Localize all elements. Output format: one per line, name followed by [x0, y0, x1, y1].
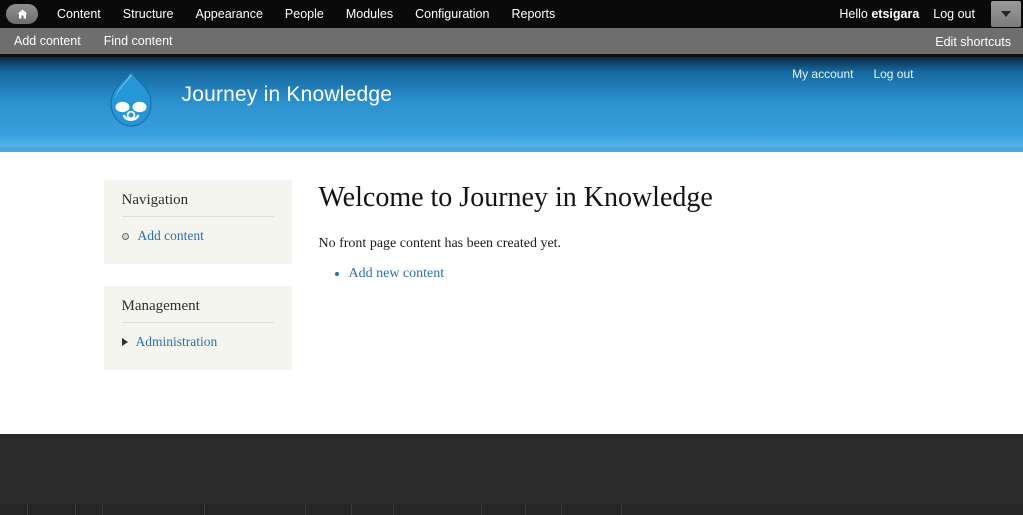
- toolbar-item-reports[interactable]: Reports: [500, 0, 566, 28]
- footer-region: [0, 435, 1023, 504]
- sidebar-block-title-management: Management: [121, 298, 274, 323]
- content-action-list: Add new content: [319, 266, 713, 282]
- taskbar-segment[interactable]: [394, 504, 482, 515]
- toolbar-item-structure[interactable]: Structure: [112, 0, 185, 28]
- add-new-content-link[interactable]: Add new content: [349, 266, 445, 281]
- taskbar-segment[interactable]: [103, 504, 205, 515]
- main-content: Welcome to Journey in Knowledge No front…: [319, 180, 713, 392]
- sidebar-item-label[interactable]: Add content: [138, 228, 204, 244]
- taskbar-segment[interactable]: [352, 504, 394, 515]
- shortcut-bar: Add content Find content Edit shortcuts: [0, 28, 1023, 57]
- taskbar-segment[interactable]: [526, 504, 562, 515]
- sidebar: Navigation Add content Management Admini…: [103, 180, 292, 392]
- sidebar-block-title-navigation: Navigation: [121, 192, 274, 217]
- shortcut-find-content[interactable]: Find content: [104, 34, 173, 48]
- chevron-down-icon: [1001, 11, 1011, 17]
- hollow-circle-bullet-icon: [121, 232, 129, 240]
- home-icon: [17, 9, 27, 19]
- taskbar-segment[interactable]: [205, 504, 306, 515]
- user-greeting: Hello etsigara: [839, 7, 933, 21]
- taskbar-segment[interactable]: [0, 504, 28, 515]
- toolbar-item-modules[interactable]: Modules: [335, 0, 404, 28]
- taskbar-segment[interactable]: [562, 504, 622, 515]
- sidebar-list-management: Administration: [121, 334, 274, 350]
- site-banner: Journey in Knowledge My account Log out: [0, 57, 1023, 147]
- my-account-link[interactable]: My account: [792, 67, 853, 81]
- toolbar-item-appearance[interactable]: Appearance: [185, 0, 274, 28]
- sidebar-block-management: Management Administration: [103, 286, 292, 370]
- toolbar-item-configuration[interactable]: Configuration: [404, 0, 500, 28]
- edit-shortcuts-link[interactable]: Edit shortcuts: [935, 28, 1011, 57]
- admin-toolbar-menu: Content Structure Appearance People Modu…: [46, 0, 566, 28]
- site-name[interactable]: Journey in Knowledge: [182, 83, 393, 107]
- toolbar-user-area: Hello etsigara Log out: [839, 0, 1023, 28]
- drupal-droplet-logo[interactable]: [105, 70, 157, 130]
- toolbar-logout-link[interactable]: Log out: [933, 7, 991, 21]
- banner-inner: Journey in Knowledge My account Log out: [42, 57, 982, 147]
- sidebar-item-add-content[interactable]: Add content: [121, 228, 274, 244]
- sidebar-item-label[interactable]: Administration: [136, 334, 218, 350]
- empty-content-message: No front page content has been created y…: [318, 236, 562, 251]
- banner-logout-link[interactable]: Log out: [873, 67, 913, 81]
- banner-user-links: My account Log out: [792, 67, 913, 81]
- page-body: Navigation Add content Management Admini…: [0, 152, 1023, 435]
- collapsed-triangle-icon[interactable]: [121, 338, 128, 346]
- toolbar-item-people[interactable]: People: [274, 0, 335, 28]
- taskbar-segment[interactable]: [482, 504, 526, 515]
- page-inner: Navigation Add content Management Admini…: [42, 152, 982, 392]
- admin-toolbar: Content Structure Appearance People Modu…: [0, 0, 1023, 28]
- sidebar-block-navigation: Navigation Add content: [103, 180, 292, 264]
- desktop-taskbar[interactable]: [0, 504, 1023, 515]
- taskbar-segment[interactable]: [76, 504, 103, 515]
- toolbar-toggle-button[interactable]: [991, 1, 1021, 27]
- sidebar-item-administration[interactable]: Administration: [121, 334, 274, 350]
- taskbar-segment[interactable]: [28, 504, 76, 515]
- page-title: Welcome to Journey in Knowledge: [318, 182, 713, 213]
- taskbar-segment[interactable]: [306, 504, 352, 515]
- list-item: Add new content: [349, 266, 713, 282]
- sidebar-list-navigation: Add content: [121, 228, 274, 244]
- home-button[interactable]: [6, 4, 38, 24]
- greeting-prefix: Hello: [839, 7, 872, 21]
- username: etsigara: [871, 7, 920, 21]
- toolbar-item-content[interactable]: Content: [46, 0, 112, 28]
- shortcut-add-content[interactable]: Add content: [14, 34, 81, 48]
